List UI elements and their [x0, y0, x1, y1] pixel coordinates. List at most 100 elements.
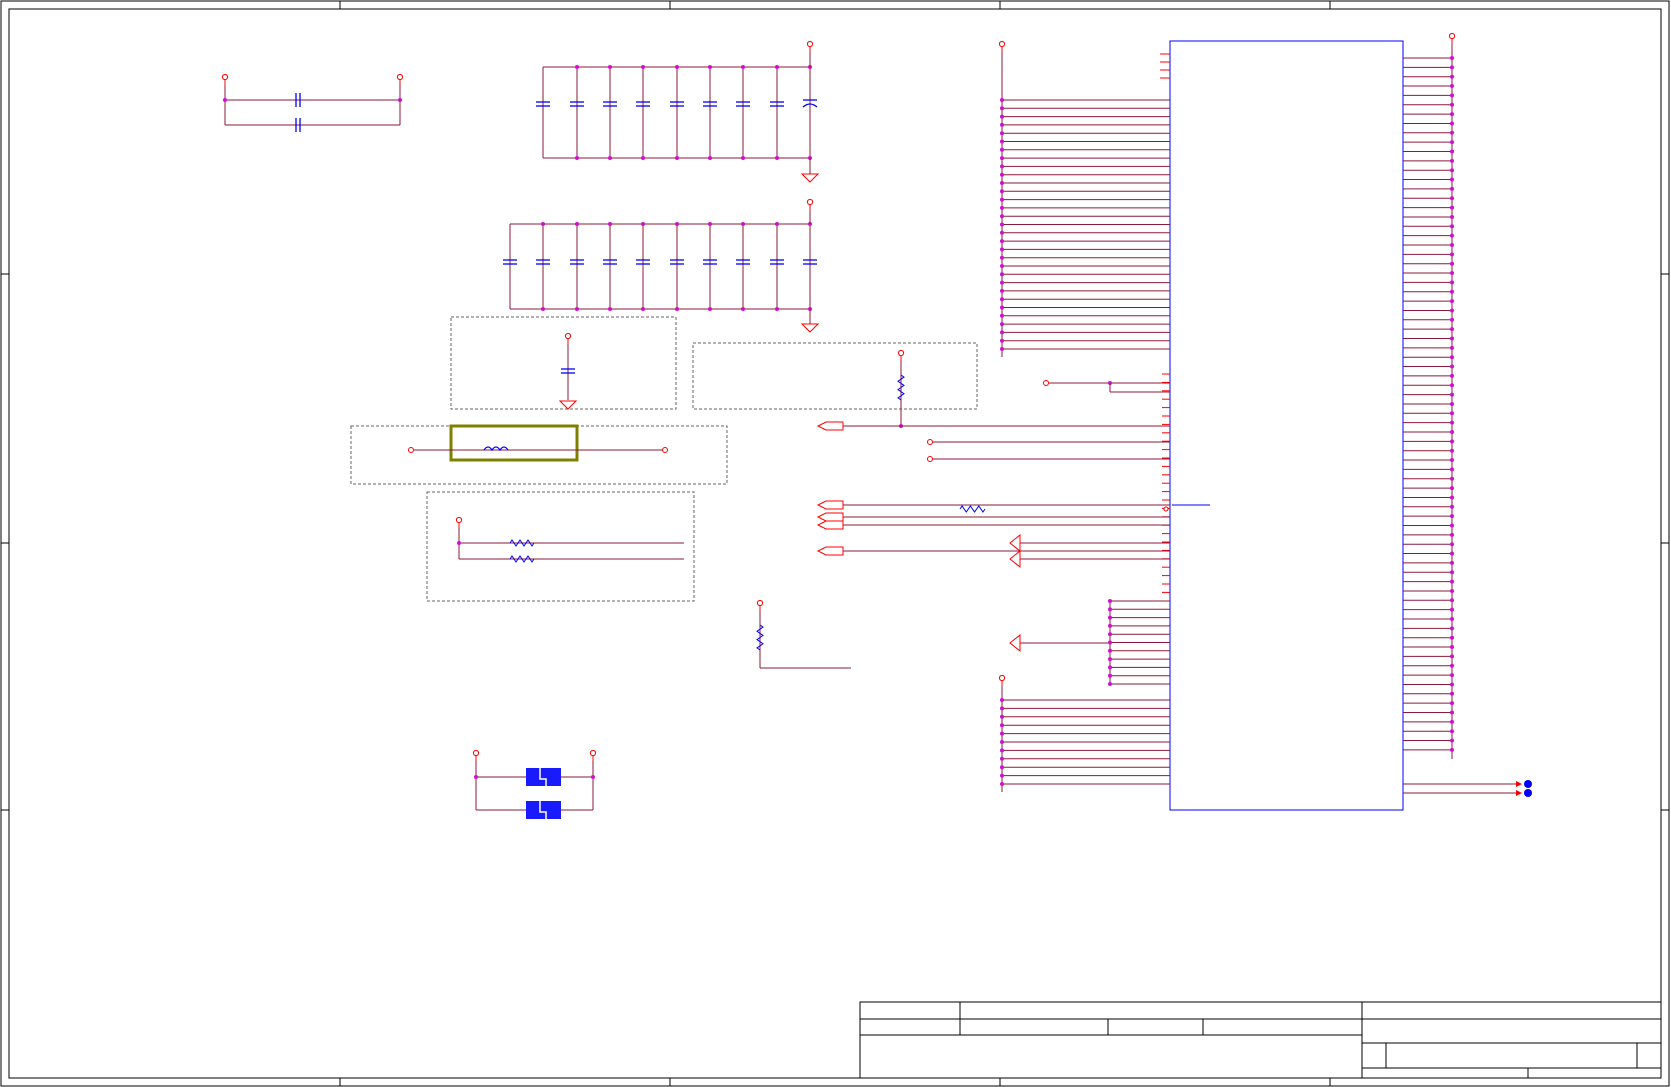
- junction-dot: [1450, 747, 1454, 752]
- junction-dot: [1450, 514, 1454, 519]
- power-port-icon[interactable]: [998, 674, 1006, 682]
- power-port-icon[interactable]: [998, 40, 1006, 48]
- power-port-icon[interactable]: [396, 73, 404, 81]
- junction-dot: [1000, 164, 1004, 169]
- crystal-icon[interactable]: [526, 768, 561, 786]
- power-port-icon[interactable]: [564, 332, 572, 340]
- resistor-icon[interactable]: [959, 505, 986, 513]
- resistor-icon[interactable]: [897, 374, 905, 401]
- power-port-icon[interactable]: [806, 198, 814, 206]
- junction-dot: [1108, 623, 1112, 628]
- junction-dot: [608, 307, 612, 311]
- junction-dot: [741, 307, 745, 311]
- off-page-connector-icon[interactable]: [816, 500, 844, 510]
- junction-dot: [1000, 338, 1004, 343]
- junction-dot: [1000, 247, 1004, 252]
- junction-dot: [1000, 114, 1004, 119]
- ferrite-left-terminal-icon[interactable]: [408, 447, 414, 453]
- power-port-icon[interactable]: [221, 73, 229, 81]
- resistor-icon[interactable]: [509, 555, 535, 563]
- junction-dot: [1450, 233, 1454, 238]
- junction-dot: [1450, 467, 1454, 472]
- net-terminal-icon[interactable]: [1043, 380, 1049, 386]
- junction-dot: [1450, 56, 1454, 60]
- power-port-icon[interactable]: [756, 599, 764, 607]
- off-page-connector-icon[interactable]: [816, 421, 844, 431]
- bus-arrow-icon[interactable]: [1009, 533, 1021, 553]
- junction-dot: [1450, 682, 1454, 687]
- test-point-icon[interactable]: [1524, 789, 1532, 797]
- junction-dot: [1450, 458, 1454, 463]
- junction-dot: [1450, 654, 1454, 659]
- junction-dot: [541, 307, 545, 311]
- off-page-connector-icon[interactable]: [816, 520, 844, 530]
- net-terminal-icon[interactable]: [927, 439, 933, 445]
- junction-dot: [1000, 347, 1004, 351]
- junction-dot: [1000, 139, 1004, 144]
- junction-dot: [1000, 740, 1004, 744]
- ic-body[interactable]: [1169, 40, 1404, 811]
- junction-dot: [1450, 588, 1454, 593]
- net-terminal-icon[interactable]: [927, 456, 933, 462]
- ferrite-right-terminal-icon[interactable]: [662, 447, 668, 453]
- junction-dot: [1000, 106, 1004, 111]
- junction-dot: [1450, 579, 1454, 584]
- inverted-pin-icon[interactable]: [1163, 506, 1169, 512]
- ground-icon[interactable]: [800, 173, 820, 183]
- resistor-icon[interactable]: [756, 624, 764, 651]
- power-port-icon[interactable]: [472, 749, 480, 757]
- ground-icon[interactable]: [558, 400, 578, 410]
- junction-dot: [1000, 98, 1004, 102]
- junction-dot: [1000, 714, 1004, 719]
- bus-arrow-icon[interactable]: [1009, 633, 1021, 653]
- highlight-box[interactable]: [449, 424, 579, 462]
- off-page-connector-icon[interactable]: [816, 512, 844, 522]
- junction-dot: [1000, 272, 1004, 277]
- junction-dot: [775, 307, 779, 311]
- sheet-frame: [0, 0, 1670, 1087]
- junction-dot: [1450, 130, 1454, 135]
- junction-dot: [675, 65, 679, 69]
- ground-icon[interactable]: [800, 323, 820, 333]
- power-port-icon[interactable]: [897, 349, 905, 357]
- bus-arrow-icon[interactable]: [1009, 549, 1021, 569]
- junction-dot: [1450, 186, 1454, 191]
- test-point-icon[interactable]: [1524, 780, 1532, 788]
- off-page-connector-icon[interactable]: [816, 546, 844, 556]
- output-arrow-icon[interactable]: [1516, 781, 1522, 787]
- schematic-sheet: [0, 0, 1671, 1087]
- resistor-icon[interactable]: [509, 539, 535, 547]
- junction-dot: [775, 156, 779, 160]
- group-box-decoupling-single: [450, 316, 677, 410]
- junction-dot: [1450, 430, 1454, 434]
- junction-dot: [1450, 214, 1454, 219]
- power-port-icon[interactable]: [455, 516, 463, 524]
- junction-dot: [1000, 723, 1004, 728]
- junction-dot: [641, 65, 645, 69]
- junction-dot: [1450, 673, 1454, 678]
- power-port-icon[interactable]: [589, 749, 597, 757]
- crystal-icon[interactable]: [526, 801, 561, 819]
- junction-dot: [1450, 317, 1454, 322]
- junction-dot: [1450, 392, 1454, 397]
- junction-dot: [1450, 121, 1454, 126]
- junction-dot: [1450, 729, 1454, 734]
- power-port-icon[interactable]: [1448, 32, 1456, 40]
- junction-dot: [1108, 665, 1112, 670]
- junction-dot: [1450, 158, 1454, 163]
- junction-dot: [1000, 706, 1004, 711]
- junction-dot: [1108, 682, 1112, 686]
- junction-dot: [1450, 691, 1454, 696]
- output-arrow-icon[interactable]: [1516, 790, 1522, 796]
- junction-dot: [675, 307, 679, 311]
- junction-dot: [1450, 336, 1454, 341]
- junction-dot: [1450, 280, 1454, 285]
- junction-dot: [1000, 297, 1004, 302]
- power-port-icon[interactable]: [806, 40, 814, 48]
- junction-dot: [1000, 189, 1004, 194]
- junction-dot: [675, 222, 679, 226]
- junction-dot: [741, 65, 745, 69]
- junction-dot: [1108, 673, 1112, 678]
- wires-layer: [223, 39, 1520, 811]
- junction-dot: [1108, 657, 1112, 662]
